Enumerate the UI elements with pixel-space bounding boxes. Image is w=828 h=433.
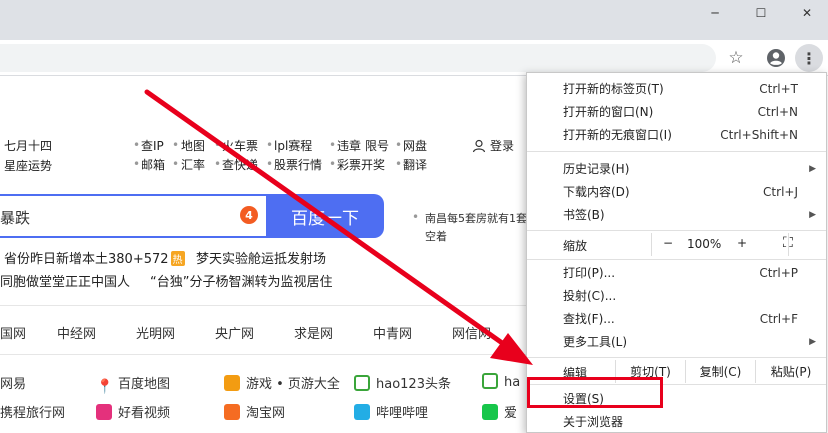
arrow-shaft: [144, 89, 508, 348]
annotation-arrow: [144, 89, 533, 365]
